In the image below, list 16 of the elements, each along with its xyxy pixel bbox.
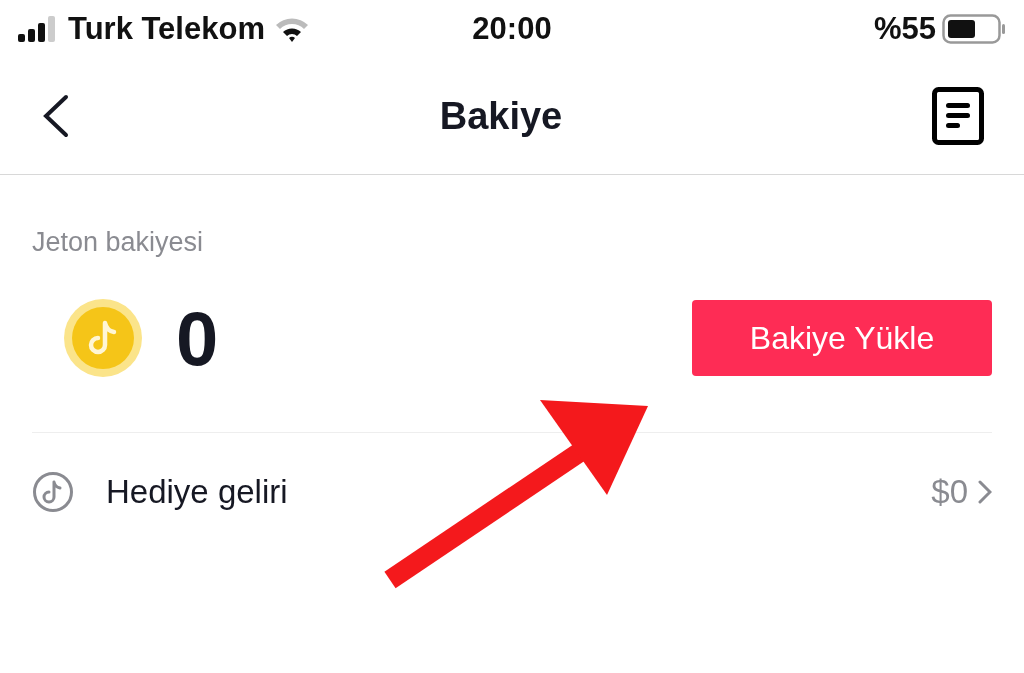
top-up-button[interactable]: Bakiye Yükle (692, 300, 992, 376)
page-title: Bakiye (439, 94, 563, 138)
music-note-icon (32, 471, 74, 513)
battery-percentage: %55 (873, 11, 936, 47)
signal-icon (18, 16, 58, 42)
balance-label: Jeton bakiyesi (31, 226, 205, 258)
clock-time: 20:00 (471, 11, 553, 47)
coin-icon (64, 299, 142, 377)
document-icon[interactable] (932, 87, 984, 145)
chevron-right-icon[interactable] (978, 480, 992, 504)
carrier-name: Turk Telekom (68, 11, 265, 47)
gift-income-value: $0 (931, 473, 968, 511)
coin-balance: 0 (176, 294, 219, 382)
gift-income-label: Hediye geliri (106, 473, 289, 511)
battery-icon (942, 14, 1006, 44)
wifi-icon (274, 16, 309, 42)
